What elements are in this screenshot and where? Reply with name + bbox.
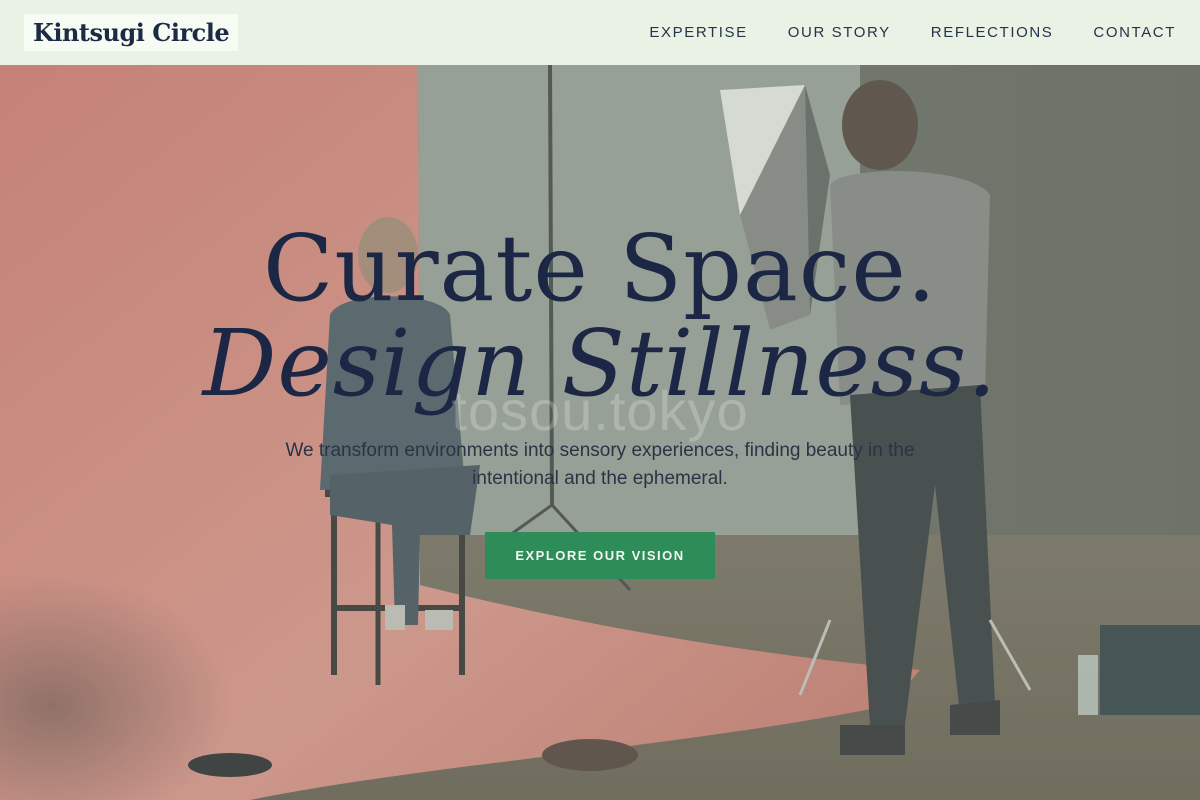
site-header: Kintsugi Circle EXPERTISE OUR STORY REFL… [0,0,1200,65]
explore-vision-button[interactable]: EXPLORE OUR VISION [485,532,715,579]
nav-item-our-story[interactable]: OUR STORY [788,24,891,41]
hero-subtitle: We transform environments into sensory e… [285,440,915,489]
nav-item-expertise[interactable]: EXPERTISE [649,24,747,41]
nav-item-reflections[interactable]: REFLECTIONS [931,24,1054,41]
hero-headline-line1: Curate Space. [262,215,938,322]
brand-logo[interactable]: Kintsugi Circle [24,14,239,51]
nav-item-contact[interactable]: CONTACT [1093,24,1176,41]
main-nav: EXPERTISE OUR STORY REFLECTIONS CONTACT [649,24,1176,41]
watermark: tosou.tokyo [451,379,749,442]
